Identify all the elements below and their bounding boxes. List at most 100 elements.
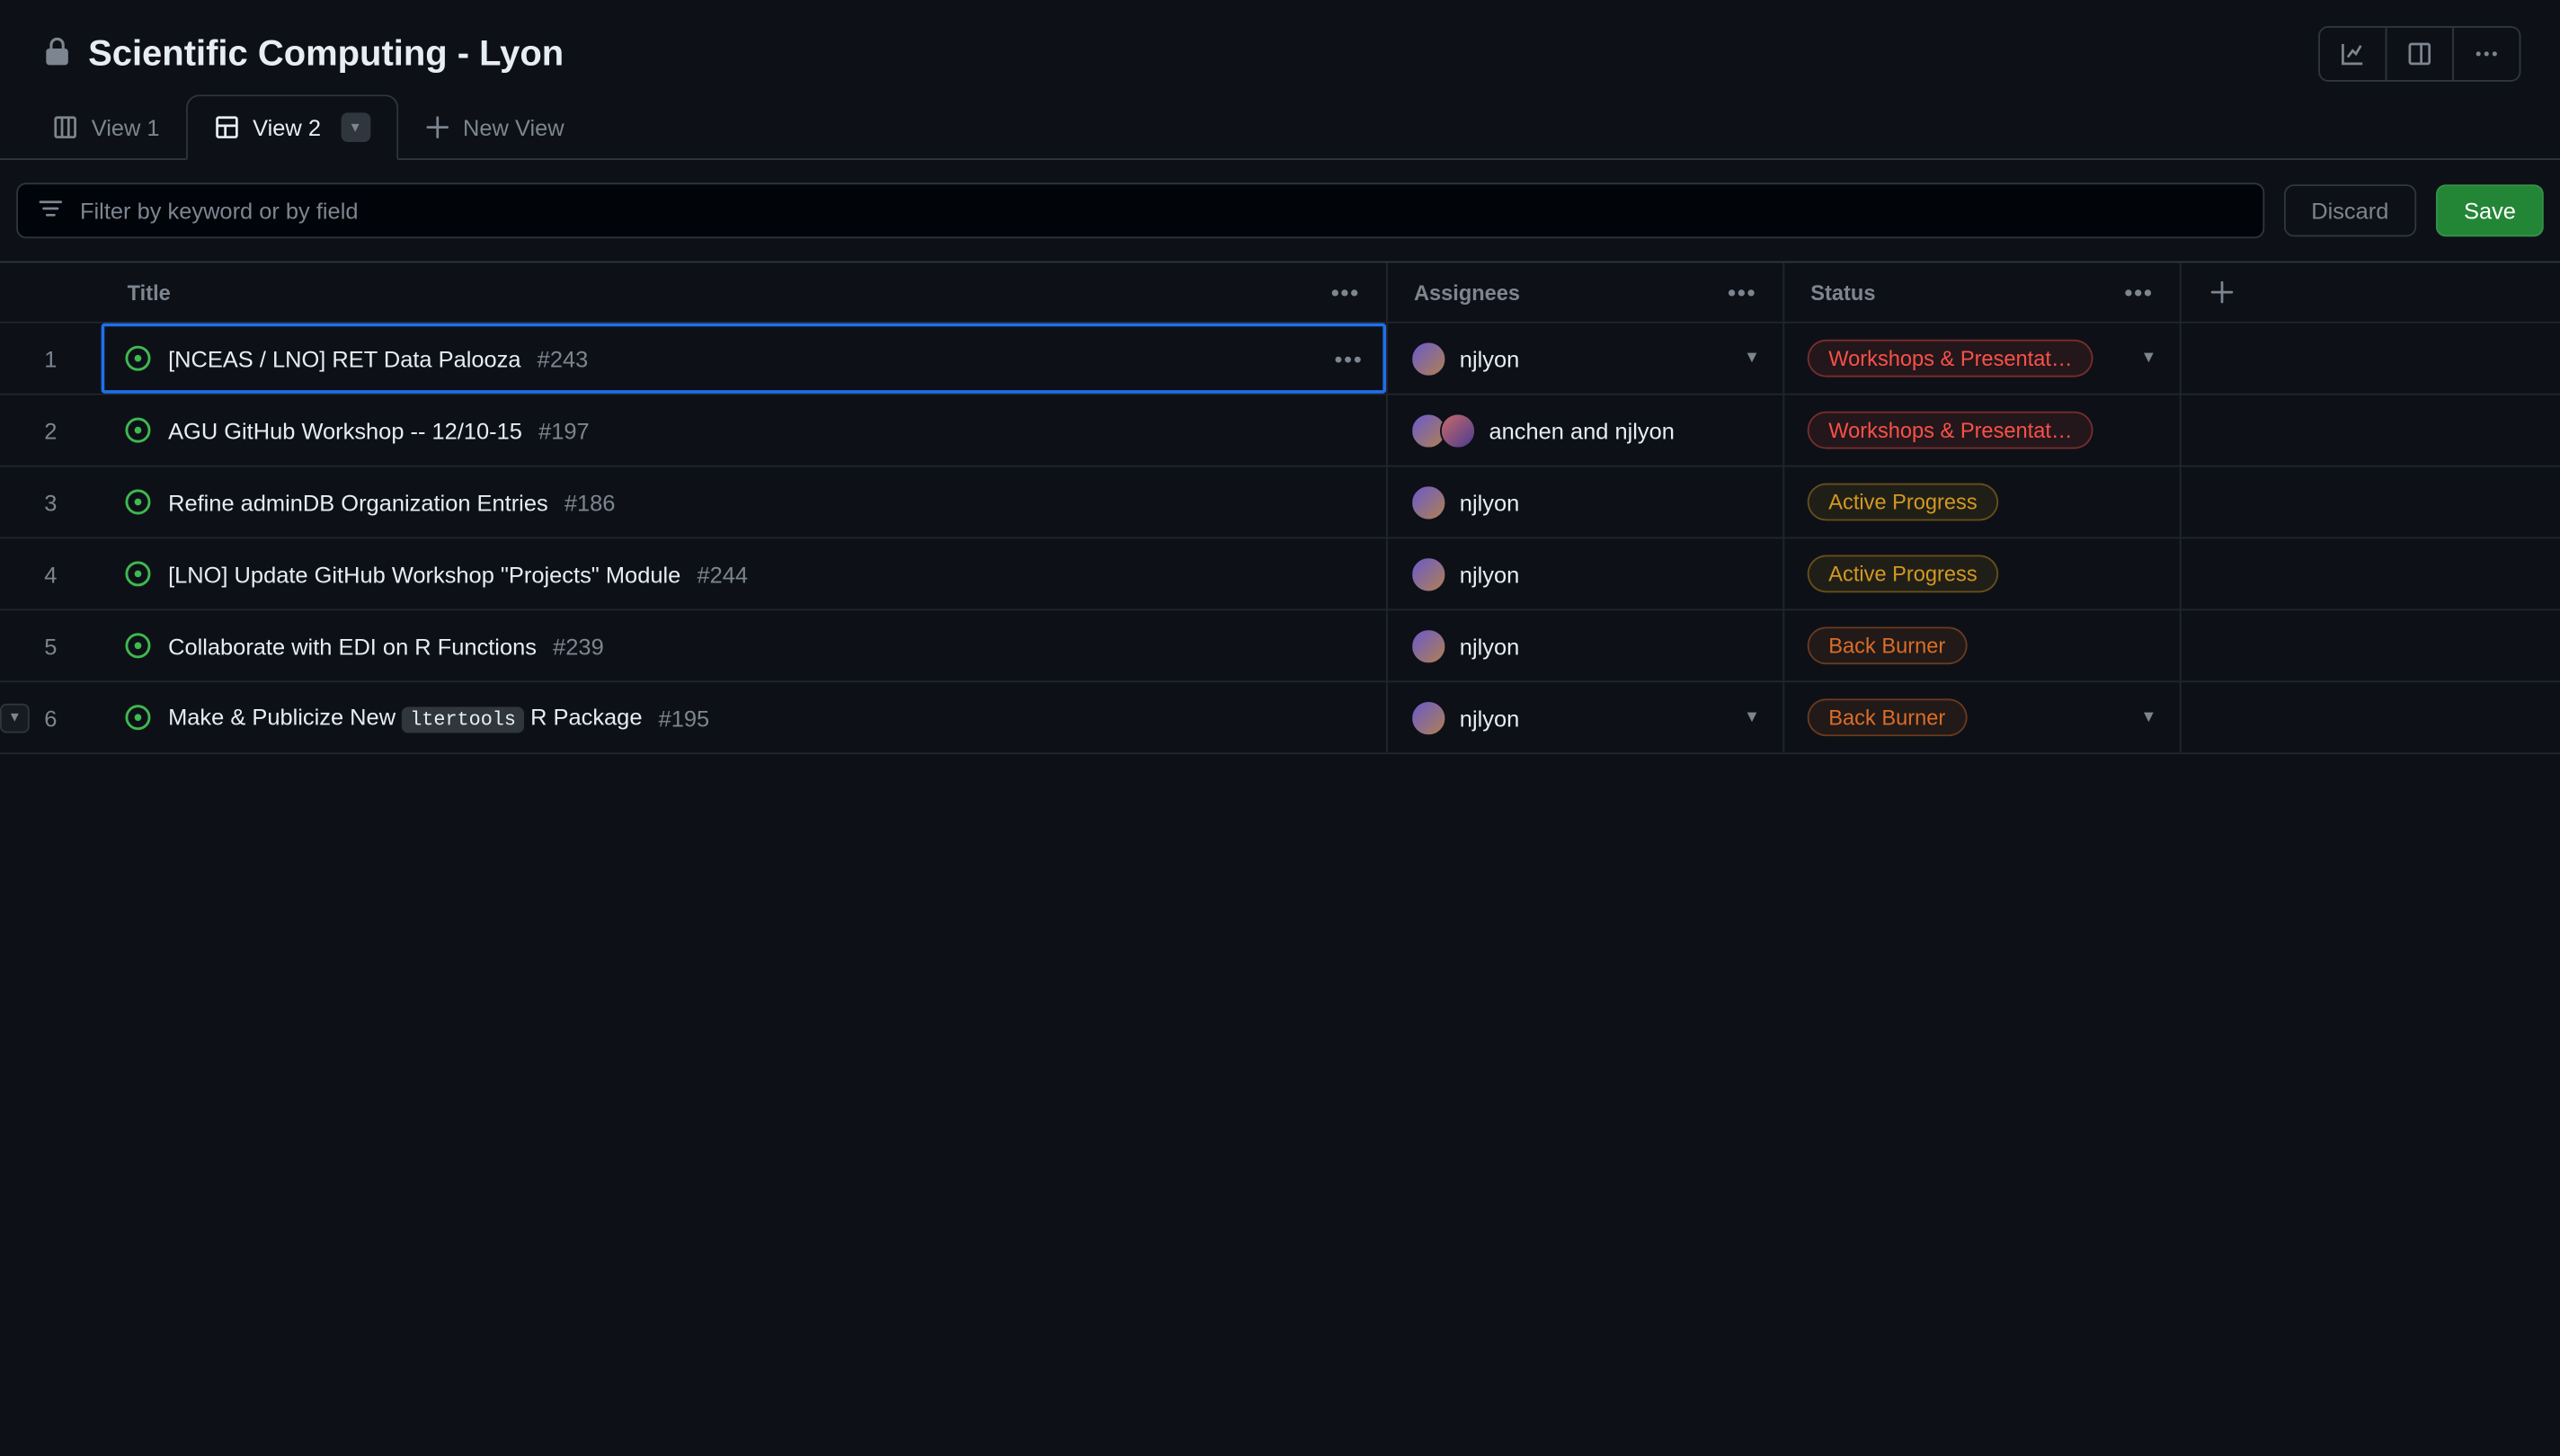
table-row[interactable]: 1 [NCEAS / LNO] RET Data Palooza #243 ••• nj… <box>0 324 2560 395</box>
status-cell[interactable]: Back Burner▼ <box>1784 610 2181 680</box>
assignee-name: njlyon <box>1460 489 1519 515</box>
issue-open-icon <box>124 632 152 660</box>
table-row[interactable]: 3 Refine adminDB Organization Entries #186… <box>0 466 2560 538</box>
issue-title[interactable]: AGU GitHub Workshop -- 12/10-15 <box>168 417 522 443</box>
column-header-assignees[interactable]: Assignees ••• <box>1388 262 1784 321</box>
save-button[interactable]: Save <box>2436 184 2544 236</box>
status-cell[interactable]: Back Burner▼ <box>1784 682 2181 752</box>
table-row[interactable]: 2AGU GitHub Workshop -- 12/10-15#197anch… <box>0 395 2560 467</box>
status-badge: Back Burner <box>1808 626 1967 664</box>
column-menu-icon[interactable]: ••• <box>1728 280 1756 306</box>
lock-icon <box>42 37 72 71</box>
column-header-status[interactable]: Status ••• <box>1784 262 2181 321</box>
new-view-label: New View <box>463 113 564 139</box>
column-header-title[interactable]: Title ••• <box>102 262 1388 321</box>
table-row[interactable]: 4 [LNO] Update GitHub Workshop "Projects"… <box>0 538 2560 610</box>
status-cell[interactable]: Workshops & Presentat…▼ <box>1784 395 2181 466</box>
title-cell[interactable]: [LNO] Update GitHub Workshop "Projects" … <box>102 538 1388 608</box>
panel-toggle-button[interactable] <box>2387 28 2453 80</box>
assignee-name: njlyon <box>1460 561 1519 587</box>
row-number: 1 <box>0 324 102 394</box>
row-number: 3 <box>0 466 102 537</box>
row-number: 5 <box>0 610 102 680</box>
avatar <box>1410 341 1446 377</box>
table-row[interactable]: 5Collaborate with EDI on R Functions#239… <box>0 610 2560 682</box>
title-cell[interactable]: Refine adminDB Organization Entries #186 <box>102 466 1388 537</box>
title-cell[interactable]: Collaborate with EDI on R Functions#239 <box>102 610 1388 680</box>
discard-button[interactable]: Discard <box>2283 184 2416 236</box>
row-expander-button[interactable]: ▾ <box>0 703 30 732</box>
assignees-cell[interactable]: njlyon <box>1388 538 1784 608</box>
status-badge: Active Progress <box>1808 484 1999 521</box>
more-options-button[interactable] <box>2454 28 2520 80</box>
assignee-name: njlyon <box>1460 345 1519 371</box>
assignees-cell[interactable]: njlyon ▼ <box>1388 682 1784 752</box>
title-cell[interactable]: Make & Publicize New ltertools R Package… <box>102 682 1388 752</box>
data-table: Title ••• Assignees ••• Status ••• 1[NCE… <box>0 262 2560 755</box>
project-title[interactable]: Scientific Computing - Lyon <box>88 32 564 75</box>
insights-button[interactable] <box>2320 28 2387 80</box>
avatar <box>1410 555 1446 591</box>
issue-number: #186 <box>564 489 616 515</box>
status-badge: Workshops & Presentat… <box>1808 412 2093 449</box>
row-number-header <box>0 262 102 321</box>
board-icon <box>52 113 78 139</box>
row-number: 4 <box>0 538 102 608</box>
assignee-name: anchen and njlyon <box>1489 417 1674 443</box>
issue-title[interactable]: Refine adminDB Organization Entries <box>168 489 548 515</box>
tabs-bar: View 1 View 2 ▾ New View <box>0 94 2560 160</box>
tab-view-2[interactable]: View 2 ▾ <box>186 94 398 160</box>
new-view-button[interactable]: New View <box>397 97 590 155</box>
issue-number: #244 <box>697 561 748 587</box>
tab-options-button[interactable]: ▾ <box>341 112 370 142</box>
issue-number: #195 <box>659 705 710 731</box>
tab-label: View 2 <box>253 114 321 140</box>
filter-input-wrapper[interactable] <box>16 182 2263 238</box>
avatar <box>1410 484 1446 520</box>
status-cell[interactable]: Active Progress▼ <box>1784 466 2181 537</box>
issue-title[interactable]: Make & Publicize New ltertools R Package <box>168 704 642 732</box>
title-cell[interactable]: [NCEAS / LNO] RET Data Palooza #243 ••• <box>102 324 1388 394</box>
tab-view-1[interactable]: View 1 <box>26 97 186 155</box>
row-actions-button[interactable]: ••• <box>1334 345 1363 371</box>
assignees-cell[interactable]: njlyon <box>1388 466 1784 537</box>
add-column-button[interactable] <box>2182 262 2263 321</box>
row-number: ▾6 <box>0 682 102 752</box>
plus-icon <box>423 113 449 139</box>
table-row[interactable]: ▾6Make & Publicize New ltertools R Packa… <box>0 682 2560 754</box>
issue-open-icon <box>124 344 152 372</box>
assignees-cell[interactable]: njlyon ▼ <box>1388 324 1784 394</box>
column-menu-icon[interactable]: ••• <box>2125 280 2154 306</box>
filter-input[interactable] <box>80 198 2243 224</box>
avatar <box>1410 627 1446 663</box>
issue-open-icon <box>124 704 152 732</box>
status-cell[interactable]: Active Progress▼ <box>1784 538 2181 608</box>
tab-label: View 1 <box>92 113 160 139</box>
issue-open-icon <box>124 560 152 588</box>
status-cell[interactable]: Workshops & Presentat… ▼ <box>1784 324 2181 394</box>
chevron-down-icon[interactable]: ▼ <box>1744 350 1760 368</box>
project-header: Scientific Computing - Lyon <box>0 13 2560 95</box>
title-cell[interactable]: AGU GitHub Workshop -- 12/10-15#197 <box>102 395 1388 466</box>
issue-title[interactable]: [NCEAS / LNO] RET Data Palooza <box>168 345 520 371</box>
assignees-cell[interactable]: njlyon <box>1388 610 1784 680</box>
filter-icon <box>38 198 64 224</box>
chevron-down-icon[interactable]: ▼ <box>2140 708 2156 726</box>
filter-bar: Discard Save <box>0 160 2560 262</box>
issue-open-icon <box>124 416 152 444</box>
status-badge: Workshops & Presentat… <box>1808 340 2093 377</box>
issue-open-icon <box>124 488 152 516</box>
assignee-name: njlyon <box>1460 633 1519 659</box>
chevron-down-icon[interactable]: ▼ <box>2140 350 2156 368</box>
issue-title[interactable]: Collaborate with EDI on R Functions <box>168 633 537 659</box>
table-header-row: Title ••• Assignees ••• Status ••• <box>0 262 2560 323</box>
status-badge: Active Progress <box>1808 555 1999 593</box>
column-menu-icon[interactable]: ••• <box>1331 280 1360 306</box>
issue-title[interactable]: [LNO] Update GitHub Workshop "Projects" … <box>168 561 680 587</box>
header-actions <box>2318 26 2520 82</box>
avatar <box>1410 699 1446 735</box>
chevron-down-icon[interactable]: ▼ <box>1744 708 1760 726</box>
issue-number: #243 <box>538 345 589 371</box>
assignee-name: njlyon <box>1460 705 1519 731</box>
assignees-cell[interactable]: anchen and njlyon <box>1388 395 1784 466</box>
